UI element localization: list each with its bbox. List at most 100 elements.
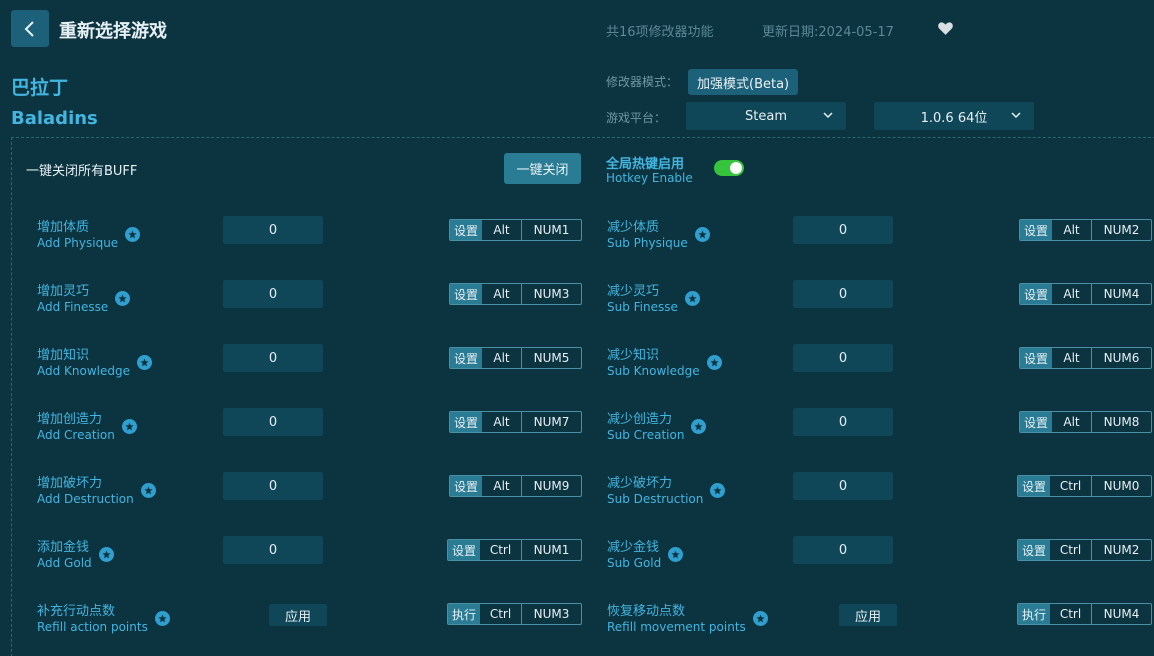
cheat-value-input[interactable]: 0 xyxy=(223,408,323,436)
cheat-name-en: Add Gold xyxy=(37,556,92,570)
cheat-value-input[interactable]: 0 xyxy=(223,472,323,500)
hotkey-modifier: Ctrl xyxy=(1050,540,1092,560)
hotkey-set-button[interactable]: 设置 xyxy=(1018,476,1050,496)
hotkey-key: NUM2 xyxy=(1103,543,1140,557)
hotkey-key: NUM2 xyxy=(1103,223,1140,237)
cheat-name: 减少灵巧 Sub Finesse xyxy=(607,280,700,314)
cheat-name-cn: 恢复移动点数 xyxy=(607,604,686,619)
hotkey-modifier: Alt xyxy=(1052,412,1092,432)
cheat-name-cn: 补充行动点数 xyxy=(37,604,116,619)
cheat-row: 增加破坏力 Add Destruction 0 设置 Alt NUM9 xyxy=(37,472,607,516)
hotkey-set-button[interactable]: 设置 xyxy=(1020,284,1052,304)
cheat-name: 减少破坏力 Sub Destruction xyxy=(607,472,726,506)
cheat-name-en: Refill action points xyxy=(37,620,148,634)
hotkey-toggle[interactable] xyxy=(714,160,744,176)
cheat-value-input[interactable]: 0 xyxy=(793,216,893,244)
hotkey-set-button[interactable]: 设置 xyxy=(1018,540,1050,560)
hotkey-set-button[interactable]: 设置 xyxy=(450,476,482,496)
star-icon[interactable] xyxy=(140,483,156,498)
star-icon[interactable] xyxy=(668,547,684,562)
star-icon[interactable] xyxy=(125,227,141,242)
cheat-value-input[interactable]: 0 xyxy=(223,280,323,308)
star-icon[interactable] xyxy=(691,419,707,434)
platform-select[interactable]: Steam xyxy=(686,102,846,130)
cheat-row: 补充行动点数 Refill action points 应用 执行 Ctrl NUM3 xyxy=(37,600,607,644)
cheat-value-input[interactable]: 0 xyxy=(793,344,893,372)
star-icon[interactable] xyxy=(706,355,722,370)
cheat-value-input[interactable]: 0 xyxy=(223,344,323,372)
star-icon[interactable] xyxy=(694,227,710,242)
cheat-name-cn: 减少体质 xyxy=(607,220,660,235)
cheat-value-input[interactable]: 0 xyxy=(223,216,323,244)
close-all-button[interactable]: 一键关闭 xyxy=(504,153,581,184)
hotkey-group: 执行 Ctrl NUM3 xyxy=(447,603,582,625)
mode-badge[interactable]: 加强模式(Beta) xyxy=(688,69,799,95)
hotkey-set-button[interactable]: 设置 xyxy=(1020,348,1052,368)
hotkey-group: 设置 Ctrl NUM2 xyxy=(1017,539,1152,561)
hotkey-modifier: Alt xyxy=(482,476,522,496)
hotkey-group: 设置 Ctrl NUM1 xyxy=(447,539,582,561)
cheat-value-input[interactable]: 0 xyxy=(793,280,893,308)
hotkey-modifier: Ctrl xyxy=(480,604,522,624)
hotkey-set-button[interactable]: 设置 xyxy=(450,348,482,368)
cheat-row: 减少破坏力 Sub Destruction 0 设置 Ctrl NUM0 xyxy=(607,472,1154,516)
cheat-value-input[interactable]: 0 xyxy=(223,536,323,564)
hotkey-set-button[interactable]: 执行 xyxy=(1018,604,1050,624)
cheat-row: 恢复移动点数 Refill movement points 应用 执行 Ctrl NUM4 xyxy=(607,600,1154,644)
cheat-value-input[interactable]: 0 xyxy=(793,536,893,564)
version-select[interactable]: 1.0.6 64位 xyxy=(874,102,1034,130)
apply-button[interactable]: 应用 xyxy=(839,604,897,626)
feature-count: 共16项修改器功能 xyxy=(606,25,714,40)
cheat-name: 增加知识 Add Knowledge xyxy=(37,344,153,378)
hotkey-modifier: Ctrl xyxy=(480,540,522,560)
chevron-left-icon xyxy=(24,20,34,37)
hotkey-set-button[interactable]: 设置 xyxy=(448,540,480,560)
cheat-row: 增加灵巧 Add Finesse 0 设置 Alt NUM3 xyxy=(37,280,607,324)
star-icon[interactable] xyxy=(121,419,137,434)
hotkey-set-button[interactable]: 设置 xyxy=(450,412,482,432)
heart-icon[interactable] xyxy=(937,20,954,37)
hotkey-set-button[interactable]: 设置 xyxy=(450,220,482,240)
cheat-name: 减少金钱 Sub Gold xyxy=(607,536,684,570)
star-icon[interactable] xyxy=(115,291,131,306)
cheat-value-input[interactable]: 0 xyxy=(793,408,893,436)
cheat-value-input[interactable]: 0 xyxy=(793,472,893,500)
cheat-name-cn: 增加体质 xyxy=(37,220,90,235)
hotkey-modifier: Ctrl xyxy=(1050,476,1092,496)
hotkey-set-button[interactable]: 执行 xyxy=(448,604,480,624)
chevron-down-icon xyxy=(823,112,833,119)
star-icon[interactable] xyxy=(752,611,768,626)
cheat-name-cn: 减少金钱 xyxy=(607,540,660,555)
cheat-name-cn: 减少破坏力 xyxy=(607,476,673,491)
cheat-row: 增加创造力 Add Creation 0 设置 Alt NUM7 xyxy=(37,408,607,452)
cheat-name: 减少体质 Sub Physique xyxy=(607,216,710,250)
hotkey-key: NUM3 xyxy=(533,287,570,301)
update-date: 更新日期:2024-05-17 xyxy=(762,25,894,40)
toggle-knob xyxy=(730,162,742,174)
hotkey-key: NUM3 xyxy=(533,607,570,621)
hotkey-group: 设置 Alt NUM7 xyxy=(449,411,582,433)
hotkey-group: 设置 Alt NUM4 xyxy=(1019,283,1152,305)
star-icon[interactable] xyxy=(137,355,153,370)
hotkey-set-button[interactable]: 设置 xyxy=(450,284,482,304)
star-icon[interactable] xyxy=(98,547,114,562)
star-icon[interactable] xyxy=(710,483,726,498)
cheat-name-en: Sub Physique xyxy=(607,236,688,250)
cheat-name-cn: 减少创造力 xyxy=(607,412,673,427)
hotkey-set-button[interactable]: 设置 xyxy=(1020,220,1052,240)
cheat-name-en: Sub Creation xyxy=(607,428,685,442)
cheat-row: 减少知识 Sub Knowledge 0 设置 Alt NUM6 xyxy=(607,344,1154,388)
hotkey-set-button[interactable]: 设置 xyxy=(1020,412,1052,432)
apply-button[interactable]: 应用 xyxy=(269,604,327,626)
chevron-down-icon xyxy=(1011,112,1021,119)
cheat-name-en: Sub Gold xyxy=(607,556,662,570)
star-icon[interactable] xyxy=(154,611,170,626)
back-button[interactable] xyxy=(11,10,49,47)
game-title-cn: 巴拉丁 xyxy=(11,77,69,99)
cheat-name-cn: 减少知识 xyxy=(607,348,660,363)
star-icon[interactable] xyxy=(684,291,700,306)
mode-label: 修改器模式： xyxy=(606,75,679,89)
cheat-name-cn: 增加知识 xyxy=(37,348,90,363)
cheat-name-en: Add Physique xyxy=(37,236,119,250)
cheat-name-en: Sub Destruction xyxy=(607,492,704,506)
